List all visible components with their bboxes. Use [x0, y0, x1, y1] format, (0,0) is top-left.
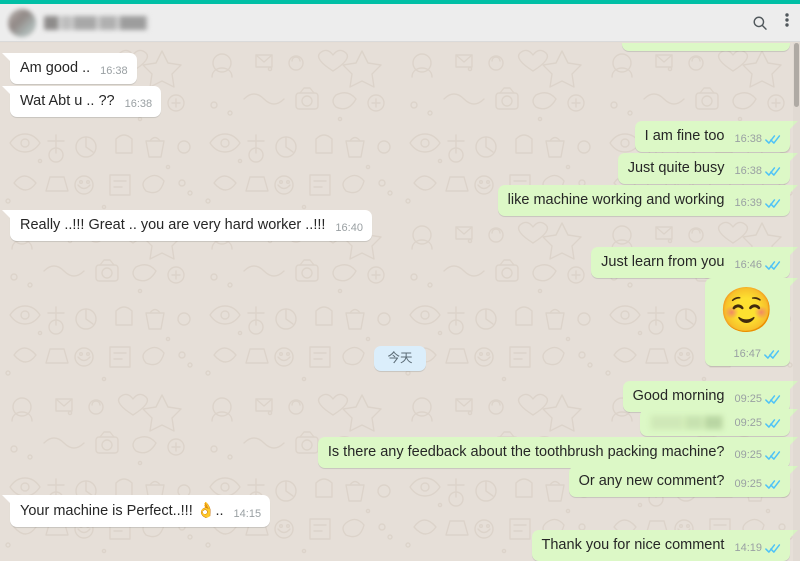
message-row: I am fine too 16:38	[10, 121, 799, 152]
read-receipt-double-check-icon	[765, 260, 781, 271]
search-icon[interactable]	[750, 13, 770, 33]
message-text: Thank you for nice comment	[541, 537, 725, 553]
message-list-scrollbar[interactable]	[793, 43, 800, 561]
message-time: 16:38	[734, 133, 762, 145]
message-row: Really ..!!! Great .. you are very hard …	[2, 210, 372, 241]
message-text: Your machine is Perfect..!!! 👌..	[20, 501, 224, 521]
message-row: Or any new comment? 09:25	[10, 466, 799, 497]
message-meta: 09:25	[734, 449, 781, 462]
message-bubble-outgoing[interactable]: Just quite busy 16:38	[617, 153, 799, 184]
message-meta: 16:38	[734, 165, 781, 178]
message-time: 09:25	[734, 417, 762, 429]
header-actions	[750, 11, 790, 34]
message-text: Wat Abt u .. ??	[20, 93, 115, 109]
message-text: Just quite busy	[627, 160, 725, 176]
messages-container: Am good .. 16:38 Wat Abt u .. ?? 16:38 I…	[0, 43, 800, 561]
relaxed-smiling-face-emoji: ☺️	[719, 286, 774, 335]
read-receipt-double-check-icon	[765, 450, 781, 461]
avatar[interactable]	[8, 8, 36, 37]
message-bubble-outgoing[interactable]: Is there any feedback about the toothbru…	[317, 437, 799, 468]
chat-contact-info[interactable]	[8, 8, 750, 37]
message-bubble-outgoing[interactable]: Just learn from you 16:46	[591, 247, 798, 278]
message-meta: 16:40	[335, 222, 363, 235]
read-receipt-double-check-icon	[765, 198, 781, 209]
message-time: 16:39	[734, 197, 762, 209]
message-text: Good morning	[632, 388, 725, 404]
message-text: Is there any feedback about the toothbru…	[327, 444, 725, 460]
scrollbar-thumb[interactable]	[794, 43, 799, 107]
message-text: I am fine too	[644, 128, 725, 144]
message-row: Just learn from you 16:46	[10, 247, 798, 278]
read-receipt-double-check-icon	[765, 479, 781, 490]
message-bubble-outgoing[interactable]: Good morning 09:25	[622, 381, 799, 412]
message-time: 09:25	[734, 449, 762, 461]
date-divider: 今天	[0, 346, 800, 371]
message-time: 14:15	[233, 508, 262, 520]
message-meta: 16:38	[734, 133, 781, 146]
chat-header[interactable]	[0, 4, 800, 42]
message-bubble-outgoing[interactable]: Thank you for nice comment 14:19	[531, 530, 799, 561]
message-row: Thank you for nice comment 14:19	[10, 530, 799, 561]
message-meta: 09:25	[734, 417, 781, 430]
read-receipt-double-check-icon	[765, 134, 781, 145]
message-bubble-outgoing-redacted[interactable]: 09:25	[640, 409, 798, 436]
message-bubble-outgoing[interactable]: Or any new comment? 09:25	[568, 466, 799, 497]
message-meta: 16:38	[125, 98, 153, 111]
message-text-part: ..	[215, 503, 224, 519]
message-row: Just quite busy 16:38	[10, 153, 799, 184]
date-label: 今天	[374, 346, 426, 371]
message-text: Really ..!!! Great .. you are very hard …	[20, 217, 326, 233]
message-time: 09:25	[734, 478, 762, 490]
message-meta: 16:46	[734, 259, 781, 272]
message-meta: 14:15	[234, 508, 262, 521]
message-text: like machine working and working	[507, 192, 725, 208]
message-time: 16:40	[335, 222, 363, 234]
message-time: 16:46	[734, 259, 762, 271]
message-row: Am good .. 16:38	[2, 53, 137, 84]
message-time: 16:38	[734, 165, 762, 177]
message-bubble-incoming[interactable]: Wat Abt u .. ?? 16:38	[1, 86, 162, 117]
message-bubble-incoming[interactable]: Am good .. 16:38	[2, 53, 137, 84]
read-receipt-double-check-icon	[765, 418, 781, 429]
message-row: Is there any feedback about the toothbru…	[10, 437, 799, 468]
message-row: 09:25	[10, 409, 798, 436]
message-text-part: Your machine is Perfect..!!!	[20, 503, 197, 519]
read-receipt-double-check-icon	[765, 166, 781, 177]
ok-hand-emoji: 👌	[196, 502, 216, 519]
message-time: 14:19	[734, 542, 762, 554]
message-bubble-clipped[interactable]	[622, 43, 790, 51]
message-meta: 14:19	[734, 542, 781, 555]
message-bubble-outgoing[interactable]: like machine working and working 16:39	[497, 185, 799, 216]
message-row: Good morning 09:25	[10, 381, 799, 412]
read-receipt-double-check-icon	[765, 394, 781, 405]
read-receipt-double-check-icon	[765, 543, 781, 554]
message-meta: 09:25	[734, 393, 781, 406]
message-text: Or any new comment?	[578, 473, 725, 489]
message-bubble-outgoing[interactable]: I am fine too 16:38	[634, 121, 799, 152]
message-text: Just learn from you	[601, 254, 725, 270]
message-time: 09:25	[734, 393, 762, 405]
message-time: 16:38	[100, 65, 128, 77]
titlebar-accent-strip	[0, 0, 800, 4]
message-meta: 09:25	[734, 478, 781, 491]
message-time: 16:38	[124, 98, 153, 110]
message-bubble-incoming[interactable]: Your machine is Perfect..!!! 👌.. 14:15	[1, 495, 271, 527]
message-meta: 16:38	[100, 65, 128, 78]
message-list[interactable]: Am good .. 16:38 Wat Abt u .. ?? 16:38 I…	[0, 43, 800, 561]
message-row: Wat Abt u .. ?? 16:38	[1, 86, 162, 117]
message-text: Am good ..	[20, 60, 91, 76]
message-text-redacted	[650, 415, 725, 430]
message-row: Your machine is Perfect..!!! 👌.. 14:15	[1, 495, 271, 527]
overflow-menu-icon[interactable]	[784, 11, 790, 34]
message-bubble-incoming[interactable]: Really ..!!! Great .. you are very hard …	[2, 210, 372, 241]
whatsapp-chat-window: Am good .. 16:38 Wat Abt u .. ?? 16:38 I…	[0, 0, 800, 561]
message-meta: 16:39	[734, 197, 781, 210]
contact-name-redacted	[44, 15, 148, 30]
